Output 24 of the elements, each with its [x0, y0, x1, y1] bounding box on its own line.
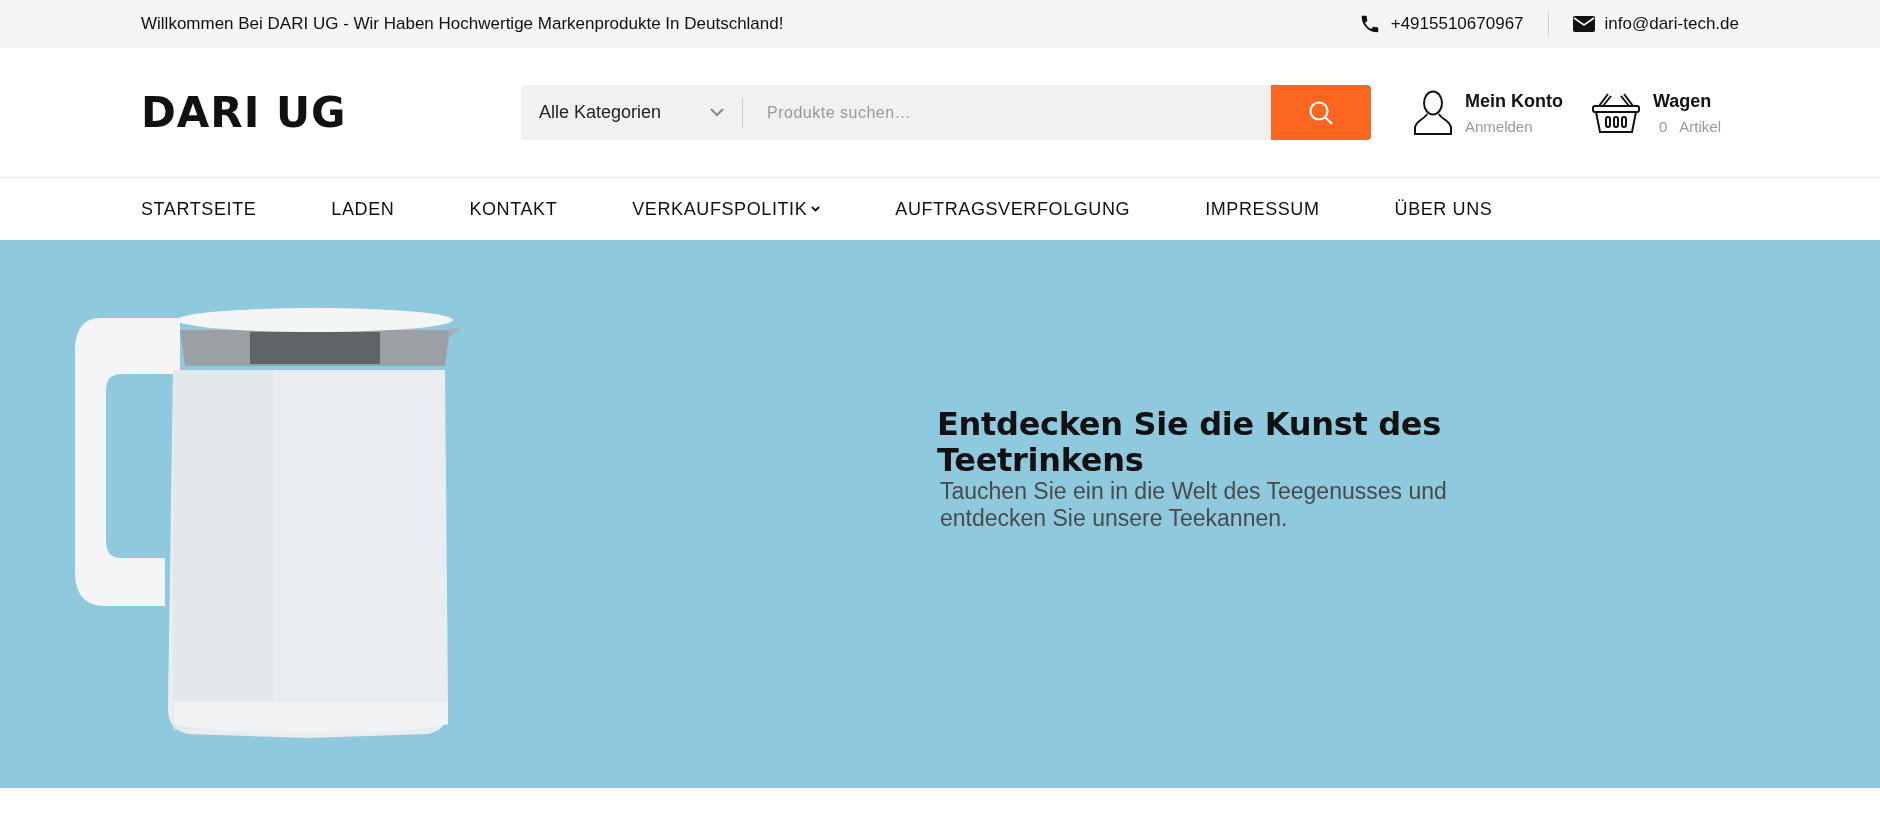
nav-link[interactable]: STARTSEITE: [141, 198, 257, 220]
nav-link[interactable]: AUFTRAGSVERFOLGUNG: [895, 198, 1131, 220]
search-icon: [1308, 99, 1334, 126]
hero-heading: Entdecken Sie die Kunst des Teetrinkens: [937, 406, 1442, 478]
hero-text: Tauchen Sie ein in die Welt des Teegenusses und entdecken Sie unsere Teekannen.: [940, 478, 1448, 532]
cart-count: 0: [1659, 117, 1668, 135]
phone-link[interactable]: +4915510670967: [1390, 14, 1524, 34]
nav-link[interactable]: IMPRESSUM: [1205, 198, 1320, 220]
search-field[interactable]: Produkte suchen…: [743, 103, 1271, 122]
nav-link[interactable]: KONTAKT: [469, 198, 558, 220]
chevron-down-icon: [710, 108, 724, 117]
cart-unit: Artikel: [1679, 117, 1721, 135]
category-dropdown[interactable]: Alle Kategorien: [521, 97, 743, 128]
nav-link[interactable]: VERKAUFSPOLITIK: [632, 198, 821, 220]
chevron-down-icon: [811, 206, 821, 212]
account-title[interactable]: Mein Konto: [1465, 90, 1563, 112]
email-link[interactable]: info@dari-tech.de: [1604, 14, 1739, 34]
nav-link[interactable]: ÜBER UNS: [1394, 198, 1493, 220]
welcome-message: Willkommen Bei DARI UG - Wir Haben Hochwertige Markenprodukte In Deutschland!: [141, 14, 784, 34]
cart-title[interactable]: Wagen: [1653, 90, 1721, 112]
nav-link[interactable]: LADEN: [331, 198, 395, 220]
envelope-icon: [1572, 15, 1595, 33]
user-icon[interactable]: [1413, 89, 1453, 136]
site-logo[interactable]: DARI UG: [141, 88, 521, 137]
